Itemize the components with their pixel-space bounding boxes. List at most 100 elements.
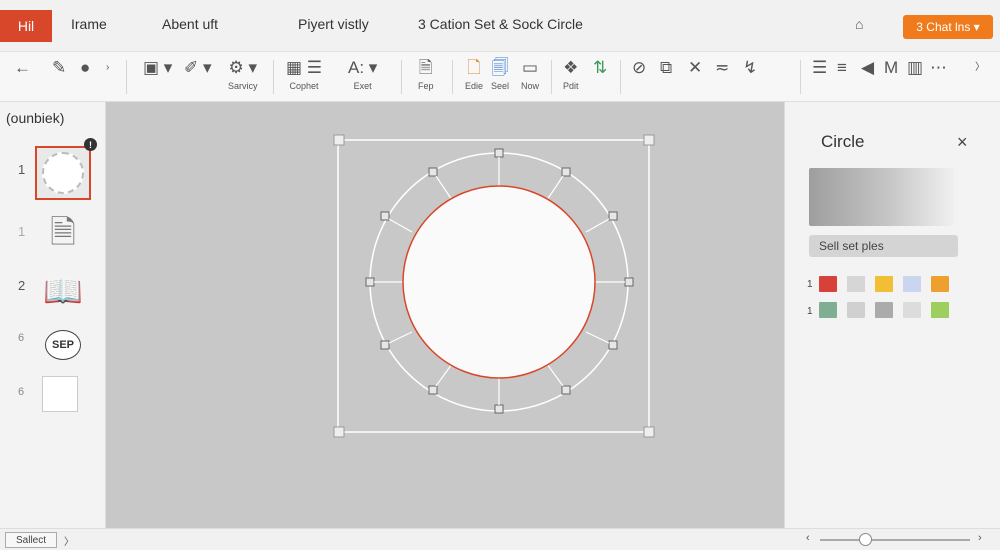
paint-button[interactable]: ✎ [52, 52, 66, 102]
chevron-right-icon[interactable]: 〉 [64, 533, 74, 548]
now-label: Now [521, 81, 540, 91]
resize-handle [333, 134, 345, 146]
now-button[interactable]: ▭ Now [521, 52, 539, 102]
edie-button[interactable]: 🗋 Edie [465, 52, 483, 102]
slide-number: 2 [18, 278, 26, 293]
brush-icon: ✎ [52, 58, 67, 77]
color-swatch[interactable] [819, 276, 837, 292]
color-swatch[interactable] [875, 276, 893, 292]
fill-button[interactable]: ● [80, 52, 90, 102]
slide-number: 1 [18, 224, 26, 239]
fep-button[interactable]: 🗎 Fep [418, 52, 434, 102]
exet-button[interactable]: A: ▾ Exet [348, 52, 377, 102]
panel-title: Circle [821, 132, 865, 151]
slides-button[interactable]: ▥ [907, 52, 923, 102]
ribbon-toolbar: ← ✎ ● › ▣ ▾ ✐ ▾ ⚙ ▾ Sarvicy ▦ ☰ Cophet A… [0, 52, 1000, 102]
title-bar: Hil Irame Abent uft Piyert vistly 3 Cati… [0, 0, 1000, 52]
list-button[interactable]: ≡ [837, 52, 847, 102]
zoom-out-icon[interactable]: ‹ [806, 532, 810, 544]
fep-label: Fep [418, 81, 434, 91]
slide-thumbnail-5[interactable] [42, 376, 78, 412]
lightbulb-icon[interactable]: ⌂ [855, 16, 863, 32]
undo-icon: ← [14, 58, 31, 77]
circle-preview [42, 152, 84, 194]
status-bar: Sallect 〉 ‹ › [0, 528, 1000, 550]
rotate-button[interactable]: ↯ [743, 52, 757, 102]
ribbon-divider [452, 60, 453, 94]
layout-icon: ▣ ▾ [143, 58, 173, 77]
m-button[interactable]: M [884, 52, 898, 102]
undo-button[interactable]: ← [14, 52, 31, 102]
document-icon: 🗎 [50, 214, 76, 250]
ribbon-divider [126, 60, 127, 94]
service-button[interactable]: ⚙ ▾ Sarvicy [228, 52, 258, 102]
slides-icon: ▥ [907, 58, 924, 77]
edit-icon: 🗋 [467, 58, 481, 77]
zoom-slider-knob[interactable] [859, 533, 872, 546]
list-icon: ≡ [837, 58, 847, 77]
color-swatch[interactable] [847, 276, 865, 292]
pen-icon: ✐ ▾ [184, 58, 212, 77]
swatch-row-label: 1 [807, 306, 813, 317]
cut-button[interactable]: ✕ [688, 52, 702, 102]
color-swatch[interactable] [875, 302, 893, 318]
slide-thumbnail-2[interactable]: 🗎 [35, 210, 91, 264]
arrange-button[interactable]: ⇅ [593, 52, 607, 102]
slide-canvas[interactable]: ◿ [106, 102, 784, 543]
color-swatch[interactable] [847, 302, 865, 318]
main-circle-shape [402, 185, 596, 379]
text-icon: A: ▾ [348, 58, 378, 77]
slide-thumbnail-1[interactable] [35, 146, 91, 200]
copy-icon: ⧉ [660, 58, 673, 77]
slide-thumbnail-4[interactable]: SEP [35, 318, 91, 372]
arrange-icon: ⇅ [593, 58, 608, 77]
tab-irame[interactable]: Irame [71, 16, 107, 32]
select-button[interactable]: Sallect [5, 532, 57, 548]
triangle-icon: ◀ [861, 58, 875, 77]
ribbon-divider [800, 60, 801, 94]
resize-handle [643, 426, 655, 438]
more-button[interactable]: › [106, 52, 109, 102]
bullets-button[interactable]: ☰ [812, 52, 827, 102]
overflow-button[interactable]: ⋯ [930, 52, 947, 102]
cophet-button[interactable]: ▦ ☰ Cophet [286, 52, 322, 102]
slide-number: 6 [18, 332, 25, 344]
tab-file[interactable]: Hil [0, 10, 52, 42]
m-icon: M [884, 58, 899, 77]
tab-abent-uft[interactable]: Abent uft [162, 16, 218, 32]
zoom-in-icon[interactable]: › [978, 532, 982, 544]
copy-button[interactable]: ⧉ [660, 52, 672, 102]
pdit-button[interactable]: ❖ Pdit [563, 52, 579, 102]
pdit-label: Pdit [563, 81, 579, 91]
tab-piyert-vistly[interactable]: Piyert vistly [298, 16, 369, 32]
ribbon-scroll[interactable]: 〉 [975, 52, 985, 102]
tools-icon: ⚙ ▾ [228, 58, 258, 77]
gradient-preview[interactable] [809, 168, 954, 226]
ribbon-divider [620, 60, 621, 94]
color-swatch[interactable] [903, 302, 921, 318]
color-swatch[interactable] [819, 302, 837, 318]
close-icon[interactable]: × [957, 132, 968, 153]
color-swatch[interactable] [903, 276, 921, 292]
service-label: Sarvicy [228, 81, 258, 91]
align-button[interactable]: ≂ [715, 52, 729, 102]
slide-thumbnail-3[interactable]: 📖 [35, 264, 91, 318]
chat-button[interactable]: 3 Chat lns ▾ [903, 15, 993, 39]
tab-cation-set-sock-circle[interactable]: 3 Cation Set & Sock Circle [418, 16, 583, 32]
ribbon-divider [273, 60, 274, 94]
seel-button[interactable]: 🗐 Seel [491, 52, 509, 102]
zoom-slider-track[interactable] [820, 539, 970, 541]
bullets-icon: ☰ [812, 58, 828, 77]
seel-label: Seel [491, 81, 510, 91]
layout-button[interactable]: ▣ ▾ [143, 52, 172, 102]
grid-icon: ▦ ☰ [286, 58, 323, 77]
cophet-label: Cophet [289, 81, 319, 91]
play-button[interactable]: ◀ [861, 52, 874, 102]
slide-number: 1 [18, 162, 26, 177]
preset-button[interactable]: Sell set ples [809, 235, 958, 257]
pen-button[interactable]: ✐ ▾ [184, 52, 212, 102]
sep-preview: SEP [45, 330, 81, 360]
link-button[interactable]: ⊘ [632, 52, 646, 102]
color-swatch[interactable] [931, 302, 949, 318]
color-swatch[interactable] [931, 276, 949, 292]
